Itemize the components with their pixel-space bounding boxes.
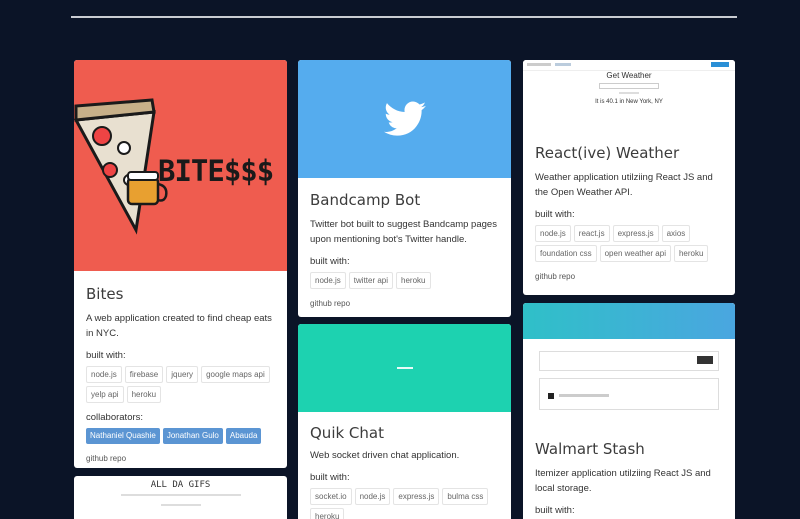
- mock-navbar-brand: [527, 63, 551, 66]
- mock-input: [599, 83, 659, 89]
- project-card-reactive-weather: Get Weather It is 40.1 in New York, NY R…: [523, 60, 735, 295]
- card-title: Bites: [86, 285, 124, 303]
- collaborator-link[interactable]: Abauda: [225, 428, 262, 444]
- project-card-bandcamp-bot: Bandcamp Bot Twitter bot built to sugges…: [298, 60, 511, 317]
- mock-banner: [523, 303, 735, 339]
- tag: socket.io: [310, 488, 352, 505]
- built-with-label: built with:: [310, 256, 350, 267]
- project-card-alldagifs: ALL DA GIFS: [74, 476, 287, 519]
- walmart-hero-image: [523, 303, 735, 413]
- tag: heroku: [126, 386, 162, 403]
- tag-list: node.js twitter api heroku: [310, 272, 499, 289]
- card-description: Itemizer application utilziing React JS …: [535, 468, 711, 494]
- bites-logo-text: BITE$$$: [158, 154, 274, 188]
- project-card-bites: BITE$$$ Bites A web application created …: [74, 60, 287, 468]
- collaborator-list: Nathaniel Quashie Jonathan Gulo Abauda: [86, 428, 275, 444]
- tag: google maps api: [201, 366, 270, 383]
- tag: open weather api: [599, 245, 671, 262]
- tag: yelp api: [86, 386, 124, 403]
- tag: react.js: [573, 225, 610, 242]
- mock-item-thumb: [548, 393, 554, 399]
- mock-navbar-button: [711, 62, 729, 67]
- mock-result-text: It is 40.1 in New York, NY: [595, 99, 663, 105]
- card-description: A web application created to find cheap …: [86, 313, 272, 339]
- card-title: Walmart Stash: [535, 440, 645, 458]
- tag: express.js: [393, 488, 440, 505]
- card-description: Weather application utilziing React JS a…: [535, 172, 713, 198]
- mock-navbar-link: [555, 63, 571, 66]
- mock-item-text: [559, 394, 609, 397]
- card-title: Quik Chat: [310, 424, 384, 442]
- mock-search-button: [697, 356, 713, 364]
- tag: axios: [661, 225, 691, 242]
- tag: node.js: [354, 488, 391, 505]
- github-repo-link[interactable]: github repo: [535, 272, 723, 281]
- project-card-walmart-stash: Walmart Stash Itemizer application utilz…: [523, 303, 735, 519]
- weather-hero-image: Get Weather It is 40.1 in New York, NY: [523, 60, 735, 144]
- tag: heroku: [310, 508, 345, 519]
- quikchat-hero-text: [396, 367, 413, 369]
- alldagifs-heading: ALL DA GIFS: [150, 480, 211, 490]
- tag: heroku: [396, 272, 431, 289]
- bites-hero-image: BITE$$$: [74, 60, 287, 271]
- collaborator-link[interactable]: Nathaniel Quashie: [86, 428, 160, 444]
- tag: node.js: [310, 272, 346, 289]
- mock-search-panel: [539, 351, 719, 371]
- card-title: Bandcamp Bot: [310, 191, 421, 209]
- mock-heading: Get Weather: [606, 71, 652, 80]
- tag-list: node.js firebase jquery google maps api …: [86, 366, 275, 403]
- card-title: React(ive) Weather: [535, 144, 680, 162]
- tag-list: node.js react.js express.js axios founda…: [535, 225, 723, 262]
- built-with-label: built with:: [535, 505, 575, 516]
- twitter-bird-icon: [383, 101, 426, 136]
- built-with-label: built with:: [86, 350, 126, 361]
- tag-list: socket.io node.js express.js bulma css h…: [310, 488, 499, 519]
- tag: express.js: [612, 225, 659, 242]
- tag: twitter api: [348, 272, 394, 289]
- card-description: Web socket driven chat application.: [310, 450, 460, 461]
- header-divider: [71, 16, 737, 18]
- mock-button: [619, 92, 639, 94]
- collaborators-label: collaborators:: [86, 412, 144, 423]
- quikchat-hero-image: [298, 324, 511, 412]
- tag: node.js: [535, 225, 571, 242]
- collaborator-link[interactable]: Jonathan Gulo: [162, 428, 223, 444]
- tag: jquery: [166, 366, 199, 383]
- github-repo-link[interactable]: github repo: [310, 299, 499, 308]
- project-card-quik-chat: Quik Chat Web socket driven chat applica…: [298, 324, 511, 519]
- tag: heroku: [673, 245, 709, 262]
- github-repo-link[interactable]: github repo: [86, 454, 275, 463]
- tag: node.js: [86, 366, 122, 383]
- tag: bulma css: [442, 488, 489, 505]
- built-with-label: built with:: [535, 209, 575, 220]
- tag: foundation css: [535, 245, 597, 262]
- alldagifs-line: [160, 504, 201, 506]
- tag: firebase: [124, 366, 164, 383]
- alldagifs-line: [120, 494, 241, 496]
- built-with-label: built with:: [310, 472, 350, 483]
- bandcamp-hero-image: [298, 60, 511, 178]
- card-description: Twitter bot built to suggest Bandcamp pa…: [310, 219, 497, 245]
